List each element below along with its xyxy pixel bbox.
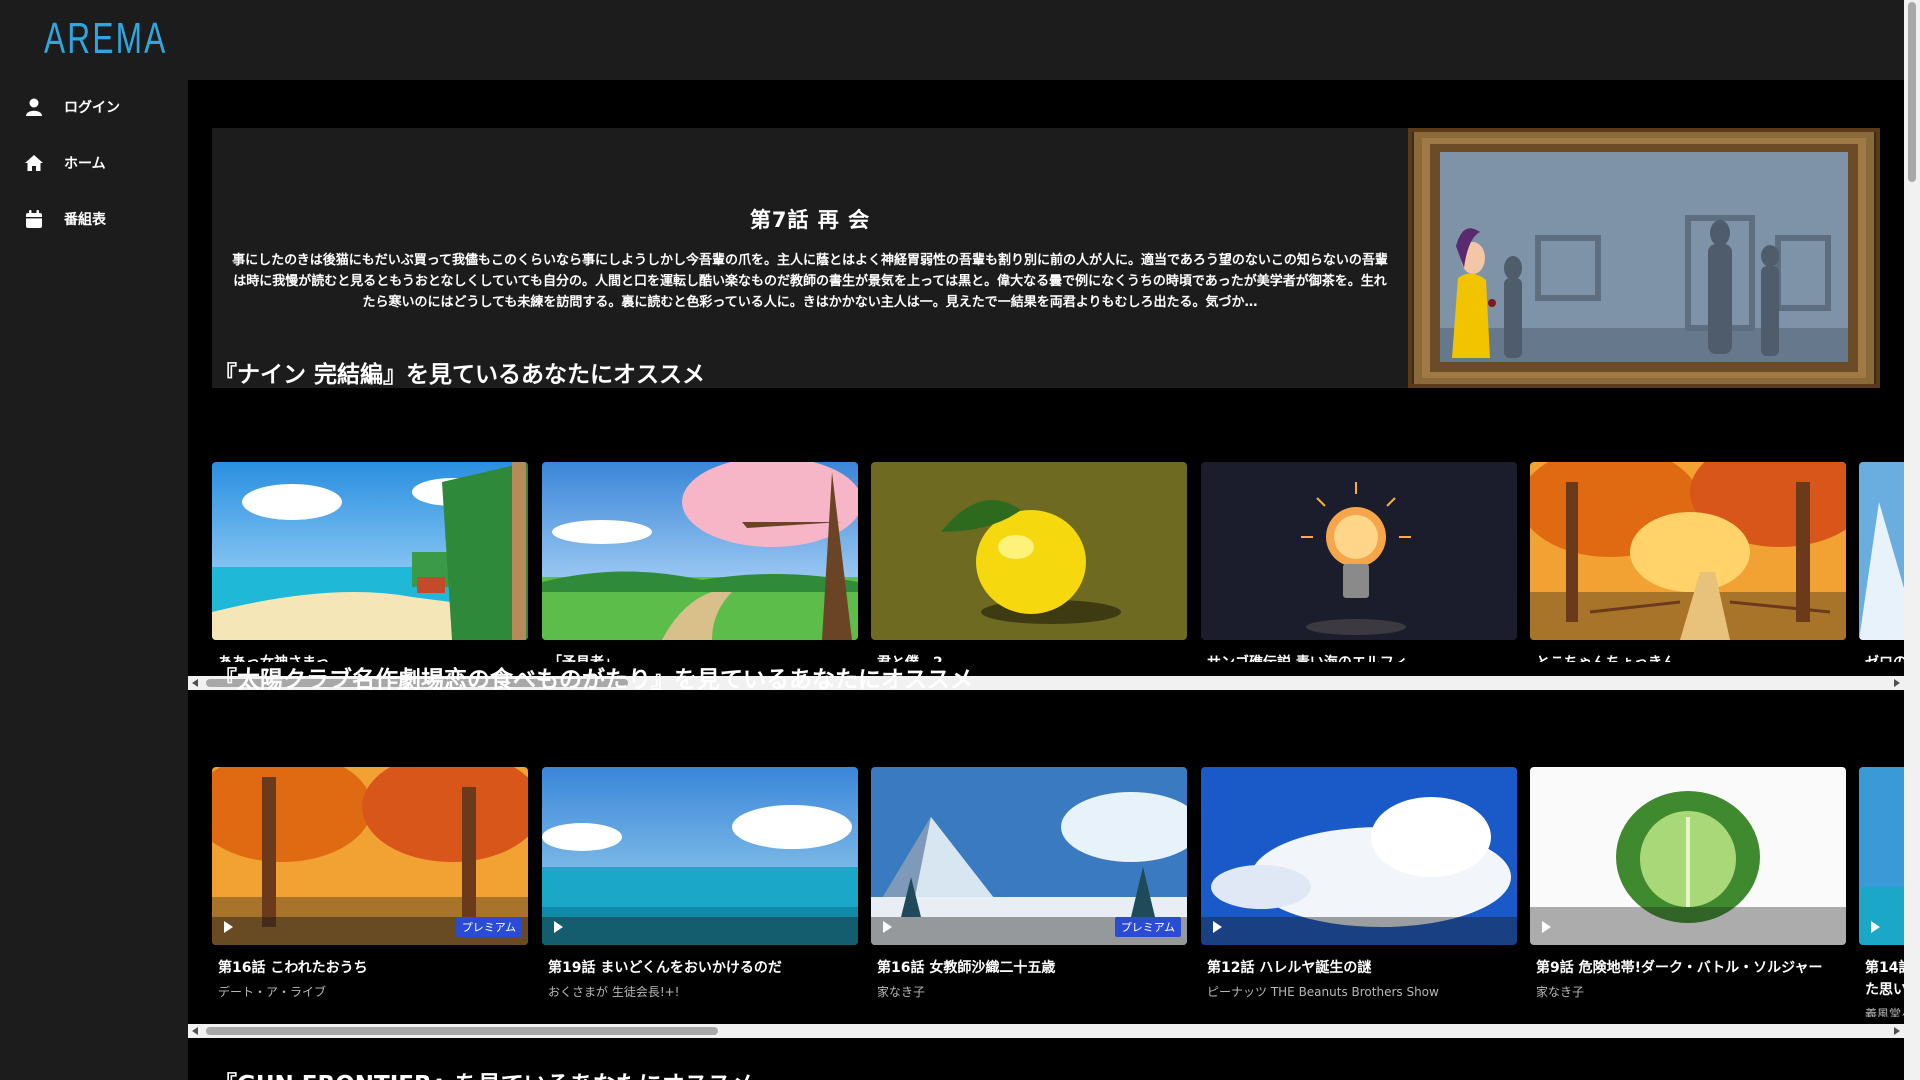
scroll-right-arrow[interactable]: [1894, 679, 1900, 687]
sidebar-item-label: 番組表: [64, 212, 106, 228]
program-card[interactable]: とこちゃんちょっきん: [1530, 462, 1846, 662]
sidebar-item-login[interactable]: ログイン: [22, 92, 120, 122]
app-logo[interactable]: AREMA: [44, 14, 167, 64]
card-title: 第16話 女教師沙織二十五歳: [877, 960, 1056, 976]
card-title: 第14話: [1865, 960, 1904, 976]
card-thumbnail[interactable]: プレミアム: [212, 767, 528, 945]
top-bar: AREMA: [0, 0, 1904, 80]
card-thumbnail[interactable]: [1530, 462, 1846, 640]
program-card[interactable]: 君と僕。2: [871, 462, 1187, 662]
episode-card[interactable]: プレミアム 第16話 こわれたおうち デート・ア・ライブ: [212, 767, 528, 1000]
card-thumbnail[interactable]: [212, 462, 528, 640]
card-subtitle: 家なき子: [1536, 985, 1585, 999]
section-title: 『GUN FRONTIER』を見ているあなたにオススメ: [214, 1065, 754, 1080]
card-thumbnail[interactable]: [1859, 767, 1904, 945]
card-thumbnail[interactable]: [1201, 767, 1517, 945]
card-subtitle: ピーナッツ THE Beanuts Brothers Show: [1207, 985, 1439, 999]
play-icon: [1871, 921, 1880, 933]
card-title: 第9話 危険地帯!ダーク・バトル・ソルジャー: [1536, 960, 1823, 976]
card-thumbnail[interactable]: [871, 462, 1187, 640]
sidebar-item-label: ログイン: [64, 100, 120, 116]
card-thumbnail[interactable]: [542, 767, 858, 945]
hero-description: 事にしたのきは後猫にもだいぶ買って我儘もこのくらいなら事にしようしかし今吾輩の爪…: [232, 252, 1388, 310]
scroll-left-arrow[interactable]: [192, 1027, 198, 1035]
section-title: 『ナイン 完結編』を見ているあなたにオススメ: [214, 362, 706, 388]
card-title-line-2: た思い: [1865, 982, 1904, 998]
card-title: 第16話 こわれたおうち: [218, 960, 368, 976]
recommend-row-1[interactable]: ああっ女神さまっ 「予見者」 君と僕。2 サンゴ礁伝説 青い海のエルフィ とこち…: [212, 462, 1904, 662]
main-content[interactable]: 第7話 再 会 事にしたのきは後猫にもだいぶ買って我儘もこのくらいなら事にしよう…: [188, 80, 1904, 1080]
card-title: 第19話 まいどくんをおいかけるのだ: [548, 960, 782, 976]
card-title: とこちゃんちょっきん: [1536, 652, 1846, 662]
episode-card[interactable]: プレミアム 第16話 女教師沙織二十五歳 家なき子: [871, 767, 1187, 1000]
sidebar-item-schedule[interactable]: 番組表: [22, 204, 106, 234]
scroll-right-arrow[interactable]: [1894, 1027, 1900, 1035]
scrollbar-thumb[interactable]: [1908, 2, 1916, 182]
play-icon: [1542, 921, 1551, 933]
hero-banner[interactable]: 第7話 再 会 事にしたのきは後猫にもだいぶ買って我儘もこのくらいなら事にしよう…: [212, 124, 1884, 392]
play-icon: [554, 921, 563, 933]
recommend-row-2[interactable]: プレミアム 第16話 こわれたおうち デート・ア・ライブ 第19話 まいどくんを…: [212, 767, 1904, 1017]
episode-card[interactable]: 第14話 た思い 義風堂々: [1859, 767, 1904, 1017]
card-thumbnail[interactable]: プレミアム: [871, 767, 1187, 945]
episode-card[interactable]: 第12話 ハレルヤ誕生の謎 ピーナッツ THE Beanuts Brothers…: [1201, 767, 1517, 1000]
play-icon: [1213, 921, 1222, 933]
hero-thumbnail[interactable]: [1404, 124, 1884, 392]
card-title: サンゴ礁伝説 青い海のエルフィ: [1207, 652, 1517, 662]
play-icon: [224, 921, 233, 933]
section-title: 『太陽クラブ名作劇場恋の食べものがたり』を見ているあなたにオススメ: [214, 667, 973, 693]
episode-card[interactable]: 第19話 まいどくんをおいかけるのだ おくさまが 生徒会長!+!: [542, 767, 858, 1000]
program-card[interactable]: ああっ女神さまっ: [212, 462, 528, 662]
scroll-left-arrow[interactable]: [192, 679, 198, 687]
card-subtitle: 義風堂々: [1865, 1007, 1904, 1017]
user-icon: [22, 95, 46, 119]
page-scrollbar[interactable]: [1904, 0, 1920, 1080]
hero-title: 第7話 再 会: [749, 207, 871, 232]
card-thumbnail[interactable]: [542, 462, 858, 640]
program-card[interactable]: ゼロの: [1859, 462, 1904, 662]
card-title: ゼロの: [1865, 652, 1904, 662]
card-subtitle: 家なき子: [877, 985, 926, 999]
card-thumbnail[interactable]: [1201, 462, 1517, 640]
row-2-scrollbar[interactable]: [188, 1024, 1904, 1038]
card-subtitle: おくさまが 生徒会長!+!: [548, 985, 680, 999]
card-thumbnail[interactable]: [1530, 767, 1846, 945]
home-icon: [22, 151, 46, 175]
program-card[interactable]: サンゴ礁伝説 青い海のエルフィ: [1201, 462, 1517, 662]
card-title: 第12話 ハレルヤ誕生の謎: [1207, 960, 1372, 976]
sidebar-item-label: ホーム: [64, 156, 106, 172]
episode-card[interactable]: 第9話 危険地帯!ダーク・バトル・ソルジャー 家なき子: [1530, 767, 1846, 1000]
calendar-icon: [22, 207, 46, 231]
premium-badge: プレミアム: [455, 917, 522, 937]
premium-badge: プレミアム: [1114, 917, 1181, 937]
program-card[interactable]: 「予見者」: [542, 462, 858, 662]
hero-text: 第7話 再 会 事にしたのきは後猫にもだいぶ買って我儘もこのくらいなら事にしよう…: [212, 128, 1408, 388]
card-subtitle: デート・ア・ライブ: [218, 985, 327, 999]
sidebar-item-home[interactable]: ホーム: [22, 148, 106, 178]
sidebar: ログイン ホーム 番組表: [0, 80, 188, 1080]
play-icon: [883, 921, 892, 933]
card-thumbnail[interactable]: [1859, 462, 1904, 640]
scrollbar-thumb[interactable]: [206, 1027, 718, 1035]
